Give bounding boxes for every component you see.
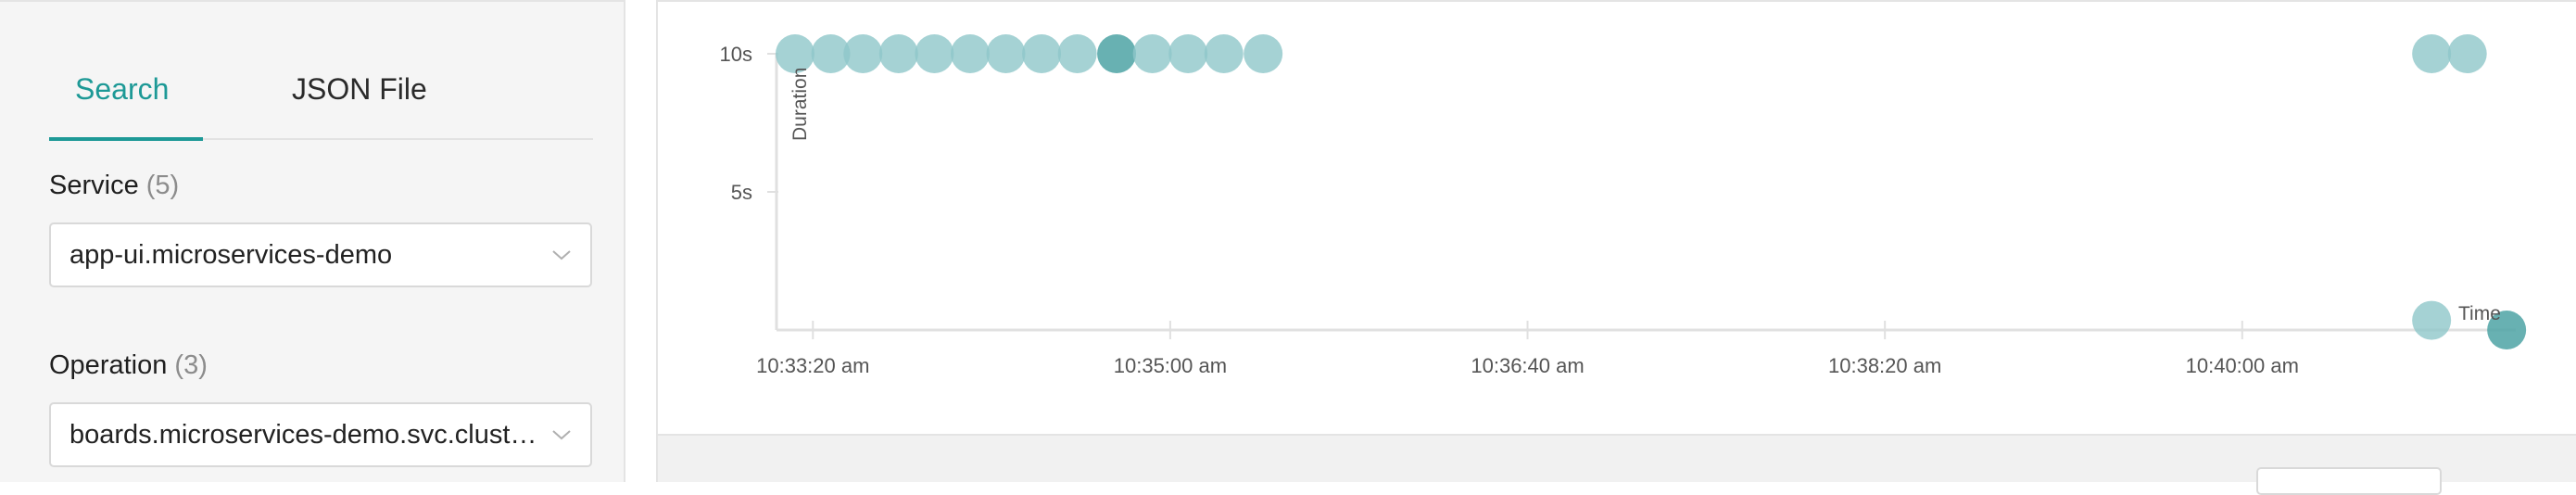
- x-tick-label: 10:35:00 am: [1114, 354, 1227, 377]
- trace-point[interactable]: [843, 34, 883, 73]
- x-tick-label: 10:33:20 am: [756, 354, 869, 377]
- x-axis-label: Time: [2458, 303, 2501, 324]
- trace-point[interactable]: [986, 34, 1026, 73]
- trace-point[interactable]: [1097, 34, 1137, 73]
- trace-point[interactable]: [878, 34, 918, 73]
- trace-point[interactable]: [1057, 34, 1097, 73]
- x-tick-label: 10:40:00 am: [2186, 354, 2299, 377]
- trace-point[interactable]: [950, 34, 990, 73]
- sort-select[interactable]: [2256, 467, 2442, 495]
- trace-point[interactable]: [1022, 34, 1062, 73]
- trace-point[interactable]: [1132, 34, 1172, 73]
- trace-point[interactable]: [1168, 34, 1208, 73]
- y-tick-label: 10s: [720, 43, 752, 66]
- trace-point[interactable]: [1204, 34, 1244, 73]
- trace-point[interactable]: [915, 34, 954, 73]
- y-tick-label: 5s: [731, 181, 752, 204]
- trace-point[interactable]: [1244, 34, 1283, 73]
- x-tick-label: 10:38:20 am: [1828, 354, 1941, 377]
- x-tick-label: 10:36:40 am: [1471, 354, 1584, 377]
- y-axis-label: Duration: [789, 68, 811, 141]
- trace-point[interactable]: [2412, 34, 2452, 73]
- trace-scatter-chart: 10s 5s 10:33:20 am 10:35:00 am 10:36:40 am 1…: [720, 34, 2527, 377]
- chart-axes: [775, 54, 2516, 332]
- trace-point[interactable]: [2447, 34, 2487, 73]
- trace-point[interactable]: [2412, 300, 2452, 340]
